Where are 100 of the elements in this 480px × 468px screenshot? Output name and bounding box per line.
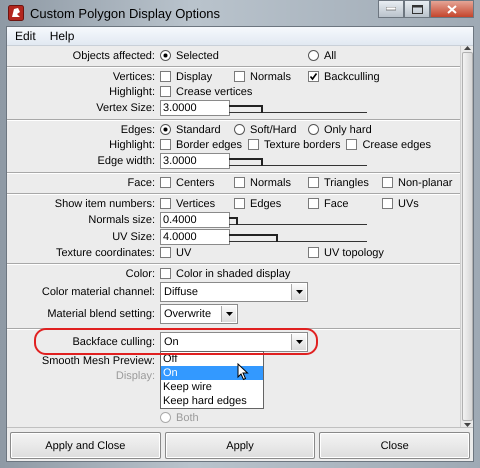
- checkbox[interactable]: [308, 247, 319, 258]
- option-label: All: [324, 50, 336, 62]
- dropdown[interactable]: Diffuse: [160, 282, 308, 302]
- option-label: Normals: [250, 70, 291, 82]
- checkbox[interactable]: [160, 71, 171, 82]
- slider-thumb[interactable]: [276, 234, 278, 242]
- cursor-icon: [237, 363, 249, 381]
- dialog-button[interactable]: Apply: [164, 432, 316, 459]
- row-label: Material blend setting:: [46, 308, 156, 320]
- checkbox[interactable]: [160, 268, 171, 279]
- row-label: Vertex Size:: [95, 102, 156, 114]
- checkbox[interactable]: [382, 177, 393, 188]
- maximize-button[interactable]: [404, 0, 430, 18]
- option-label: Edges: [250, 198, 282, 210]
- checkbox[interactable]: [160, 177, 171, 188]
- row-label: Normals size:: [87, 214, 156, 226]
- row-label: Edges:: [120, 124, 156, 136]
- checkbox[interactable]: [248, 139, 260, 150]
- dropdown-option[interactable]: Keep hard edges: [161, 394, 263, 408]
- caret-icon: [296, 290, 302, 294]
- scroll-thumb[interactable]: [462, 52, 472, 421]
- option-label: Crease edges: [362, 138, 431, 150]
- close-button[interactable]: [430, 0, 474, 18]
- dialog-button[interactable]: Apply and Close: [10, 432, 161, 459]
- option-label: UVs: [398, 198, 419, 210]
- checkbox[interactable]: [234, 198, 245, 209]
- menu-item[interactable]: Help: [50, 29, 74, 43]
- option-label: Backculling: [324, 70, 380, 82]
- minimize-button[interactable]: [378, 0, 404, 18]
- row-label: Highlight:: [108, 138, 156, 150]
- slider-thumb[interactable]: [261, 105, 264, 113]
- dropdown-value: Diffuse: [164, 286, 200, 298]
- number-field[interactable]: 3.0000: [160, 152, 230, 168]
- app-icon: [8, 5, 24, 21]
- slider-thumb[interactable]: [261, 158, 264, 166]
- row-label: Color:: [124, 268, 156, 280]
- row-label: Highlight:: [108, 86, 156, 98]
- row-label: Texture coordinates:: [54, 246, 156, 258]
- option-label: Non-planar: [398, 176, 452, 188]
- option-label: Only hard: [324, 124, 372, 136]
- caret-icon: [226, 312, 232, 316]
- option-label: Selected: [176, 50, 219, 62]
- row-label: UV Size:: [111, 230, 156, 242]
- menu-item[interactable]: Edit: [15, 29, 36, 43]
- caret-icon: [296, 340, 302, 344]
- checkbox[interactable]: [308, 177, 319, 188]
- dropdown[interactable]: Overwrite: [160, 304, 238, 324]
- dropdown-option[interactable]: Keep wire: [161, 380, 263, 394]
- row-label: Face:: [126, 176, 156, 188]
- slider-track[interactable]: [229, 231, 367, 242]
- row-label: Backface culling:: [71, 336, 156, 348]
- number-field[interactable]: 0.4000: [160, 212, 230, 228]
- number-field[interactable]: 3.0000: [160, 100, 230, 116]
- row-label: Edge width:: [96, 154, 156, 166]
- option-label: UV topology: [324, 246, 384, 258]
- option-label: Border edges: [176, 138, 242, 150]
- slider-thumb[interactable]: [236, 217, 238, 225]
- option-label: Vertices: [176, 198, 216, 210]
- slider-track[interactable]: [229, 214, 367, 225]
- option-label: Standard: [176, 124, 221, 136]
- row-label: Color material channel:: [40, 286, 156, 298]
- option-label: Color in shaded display: [176, 268, 290, 280]
- scroll-down-icon[interactable]: [464, 423, 470, 427]
- option-label: Crease vertices: [176, 86, 252, 98]
- number-field[interactable]: 4.0000: [160, 228, 230, 244]
- scrollbar[interactable]: [460, 46, 473, 427]
- option-label: Soft/Hard: [250, 124, 296, 136]
- row-label: Vertices:: [112, 70, 156, 82]
- checkbox[interactable]: [160, 86, 171, 97]
- option-label: Normals: [250, 176, 291, 188]
- row-label: Objects affected:: [72, 50, 156, 62]
- checkbox[interactable]: [346, 139, 358, 150]
- radio-button[interactable]: [308, 50, 319, 61]
- dialog-button[interactable]: Close: [319, 432, 470, 459]
- option-label: Both: [176, 412, 199, 424]
- option-label: Display: [176, 70, 212, 82]
- slider-track[interactable]: [229, 102, 367, 113]
- radio-button[interactable]: [160, 124, 171, 135]
- row-label: Show item numbers:: [54, 198, 156, 210]
- minimize-icon: [386, 7, 396, 11]
- radio-button[interactable]: [234, 124, 245, 135]
- checkbox[interactable]: [308, 198, 319, 209]
- row-label: Display:: [114, 370, 156, 382]
- dropdown-value: Overwrite: [164, 308, 212, 320]
- checkbox[interactable]: [160, 139, 171, 150]
- checkbox[interactable]: [382, 198, 393, 209]
- option-label: Face: [324, 198, 348, 210]
- checkbox[interactable]: [160, 247, 171, 258]
- checkbox[interactable]: [308, 71, 319, 82]
- option-label: UV: [176, 246, 192, 258]
- checkbox[interactable]: [234, 177, 245, 188]
- checkbox[interactable]: [234, 71, 245, 82]
- radio-button[interactable]: [308, 124, 319, 135]
- row-label: Smooth Mesh Preview:: [40, 354, 156, 366]
- maximize-icon: [412, 4, 422, 14]
- radio-button[interactable]: [160, 50, 171, 61]
- option-label: Centers: [176, 176, 215, 188]
- window-title: Custom Polygon Display Options: [30, 6, 220, 20]
- checkbox[interactable]: [160, 198, 171, 209]
- slider-track[interactable]: [229, 155, 367, 166]
